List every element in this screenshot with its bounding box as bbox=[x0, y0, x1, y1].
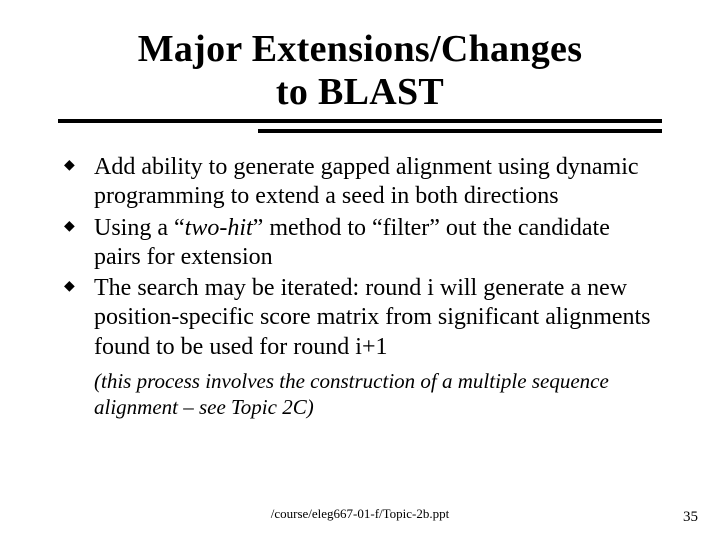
page-number: 35 bbox=[683, 509, 698, 526]
bullet-text-em: two-hit bbox=[185, 215, 253, 241]
bullet-text-pre: Using a “ bbox=[94, 215, 185, 241]
bullet-item: Using a “two-hit” method to “filter” out… bbox=[62, 214, 662, 273]
title-line-1: Major Extensions/Changes bbox=[138, 28, 583, 70]
title-line-2: to BLAST bbox=[276, 71, 444, 113]
footer-path: /course/eleg667-01-f/Topic-2b.ppt bbox=[0, 506, 720, 522]
bullet-item: Add ability to generate gapped alignment… bbox=[62, 153, 662, 212]
bullet-list: Add ability to generate gapped alignment… bbox=[58, 153, 662, 362]
title-rule bbox=[58, 119, 662, 135]
slide: Major Extensions/Changes to BLAST Add ab… bbox=[0, 0, 720, 540]
bullet-text: Add ability to generate gapped alignment… bbox=[94, 154, 639, 209]
footer: /course/eleg667-01-f/Topic-2b.ppt 35 bbox=[0, 506, 720, 526]
slide-title: Major Extensions/Changes to BLAST bbox=[58, 28, 662, 113]
title-block: Major Extensions/Changes to BLAST bbox=[58, 28, 662, 113]
rule-top bbox=[58, 119, 662, 123]
bullet-text: The search may be iterated: round i will… bbox=[94, 275, 651, 360]
subnote: (this process involves the construction … bbox=[58, 368, 662, 421]
rule-bottom bbox=[258, 129, 662, 133]
bullet-item: The search may be iterated: round i will… bbox=[62, 274, 662, 362]
